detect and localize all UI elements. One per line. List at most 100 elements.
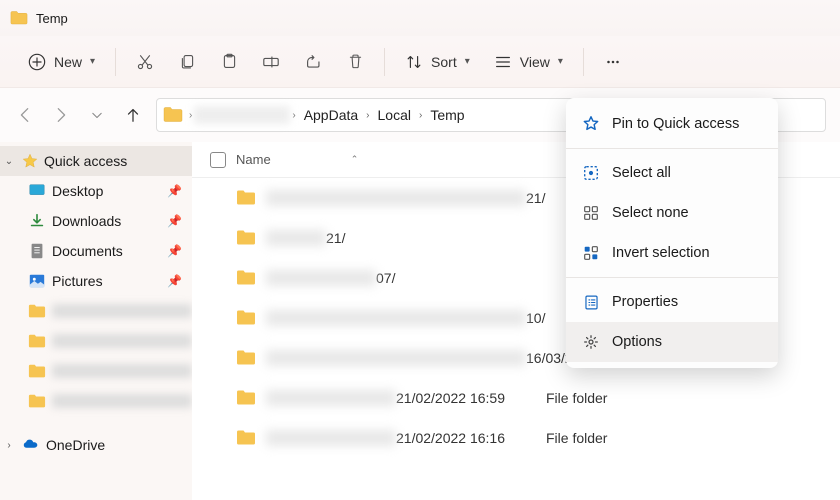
share-icon — [304, 53, 322, 71]
breadcrumb-segment[interactable]: AppData — [298, 107, 364, 123]
more-icon — [604, 53, 622, 71]
up-button[interactable] — [122, 104, 144, 126]
chevron-right-icon[interactable]: › — [417, 110, 424, 121]
chevron-down-icon: ▾ — [465, 56, 470, 67]
breadcrumb-segment[interactable] — [194, 106, 290, 124]
menu-invert-selection[interactable]: Invert selection — [566, 233, 778, 273]
back-button[interactable] — [14, 104, 36, 126]
separator — [384, 48, 385, 76]
view-button[interactable]: View ▾ — [484, 47, 573, 77]
separator — [115, 48, 116, 76]
pictures-icon — [28, 272, 46, 290]
paste-button[interactable] — [210, 47, 248, 77]
delete-button[interactable] — [336, 47, 374, 77]
menu-item-label: Invert selection — [612, 245, 710, 261]
chevron-right-icon[interactable]: › — [187, 110, 194, 121]
menu-options[interactable]: Options — [566, 322, 778, 362]
breadcrumb-segment[interactable]: Temp — [424, 107, 470, 123]
new-button[interactable]: New ▾ — [18, 47, 105, 77]
view-label: View — [520, 54, 550, 70]
sidebar-item[interactable] — [0, 386, 192, 416]
sidebar-item-downloads[interactable]: Downloads 📌 — [0, 206, 192, 236]
folder-icon — [28, 304, 46, 319]
rename-button[interactable] — [252, 47, 290, 77]
pin-icon: 📌 — [167, 214, 182, 228]
sidebar-item-label: Downloads — [52, 213, 161, 229]
star-icon — [22, 153, 38, 169]
sort-button[interactable]: Sort ▾ — [395, 47, 480, 77]
sidebar-item-label: OneDrive — [46, 437, 192, 453]
sidebar-item-pictures[interactable]: Pictures 📌 — [0, 266, 192, 296]
menu-item-label: Properties — [612, 294, 678, 310]
menu-properties[interactable]: Properties — [566, 282, 778, 322]
chevron-right-icon[interactable]: › — [2, 440, 16, 451]
file-name — [266, 230, 326, 246]
menu-select-all[interactable]: Select all — [566, 153, 778, 193]
sidebar-item-documents[interactable]: Documents 📌 — [0, 236, 192, 266]
menu-item-label: Pin to Quick access — [612, 116, 739, 132]
chevron-right-icon[interactable]: › — [364, 110, 371, 121]
toolbar: New ▾ Sort ▾ — [0, 36, 840, 88]
copy-button[interactable] — [168, 47, 206, 77]
file-name — [266, 390, 396, 406]
view-icon — [494, 53, 512, 71]
folder-icon — [236, 230, 256, 246]
sidebar-onedrive[interactable]: › OneDrive — [0, 430, 192, 460]
chevron-down-icon: ▾ — [558, 56, 563, 67]
column-name[interactable]: Name ⌃ — [236, 152, 590, 167]
properties-icon — [582, 293, 600, 311]
folder-icon — [236, 430, 256, 446]
paste-icon — [220, 53, 238, 71]
menu-item-label: Select all — [612, 165, 671, 181]
download-icon — [28, 212, 46, 230]
folder-icon — [236, 310, 256, 326]
select-all-checkbox[interactable] — [210, 152, 236, 168]
breadcrumb-segment[interactable]: Local — [372, 107, 417, 123]
chevron-down-icon[interactable]: ⌄ — [2, 156, 16, 167]
cut-button[interactable] — [126, 47, 164, 77]
folder-icon — [236, 390, 256, 406]
forward-button[interactable] — [50, 104, 72, 126]
sidebar-item-label — [52, 334, 192, 348]
desktop-icon — [28, 182, 46, 200]
file-date: 21/02/2022 16:59 — [396, 390, 546, 406]
sidebar-item-label: Quick access — [44, 153, 192, 169]
new-label: New — [54, 54, 82, 70]
more-button[interactable] — [594, 47, 632, 77]
file-name — [266, 430, 396, 446]
folder-icon — [163, 107, 183, 123]
folder-icon — [236, 350, 256, 366]
file-date: 07/ — [376, 270, 526, 286]
sort-icon — [405, 53, 423, 71]
window-title: Temp — [36, 11, 68, 26]
options-icon — [582, 333, 600, 351]
sidebar-quick-access[interactable]: ⌄ Quick access — [0, 146, 192, 176]
file-date: 21/ — [326, 230, 476, 246]
onedrive-icon — [22, 436, 40, 454]
sidebar-item[interactable] — [0, 296, 192, 326]
select-all-icon — [582, 164, 600, 182]
folder-icon — [236, 190, 256, 206]
sidebar-item[interactable] — [0, 326, 192, 356]
copy-icon — [178, 53, 196, 71]
sidebar-item-label — [52, 304, 192, 318]
file-name — [266, 310, 526, 326]
sidebar-item-label — [52, 364, 192, 378]
file-name — [266, 270, 376, 286]
folder-icon — [28, 394, 46, 409]
sidebar-item-label — [52, 394, 192, 408]
sidebar-item[interactable] — [0, 356, 192, 386]
recent-button[interactable] — [86, 104, 108, 126]
menu-select-none[interactable]: Select none — [566, 193, 778, 233]
rename-icon — [262, 53, 280, 71]
menu-pin-quick-access[interactable]: Pin to Quick access — [566, 104, 778, 144]
sidebar-item-desktop[interactable]: Desktop 📌 — [0, 176, 192, 206]
table-row[interactable]: 21/02/2022 16:59 File folder — [192, 378, 840, 418]
document-icon — [28, 242, 46, 260]
sort-label: Sort — [431, 54, 457, 70]
chevron-right-icon[interactable]: › — [290, 110, 297, 121]
table-row[interactable]: 21/02/2022 16:16 File folder — [192, 418, 840, 458]
select-none-icon — [582, 204, 600, 222]
separator — [583, 48, 584, 76]
share-button[interactable] — [294, 47, 332, 77]
